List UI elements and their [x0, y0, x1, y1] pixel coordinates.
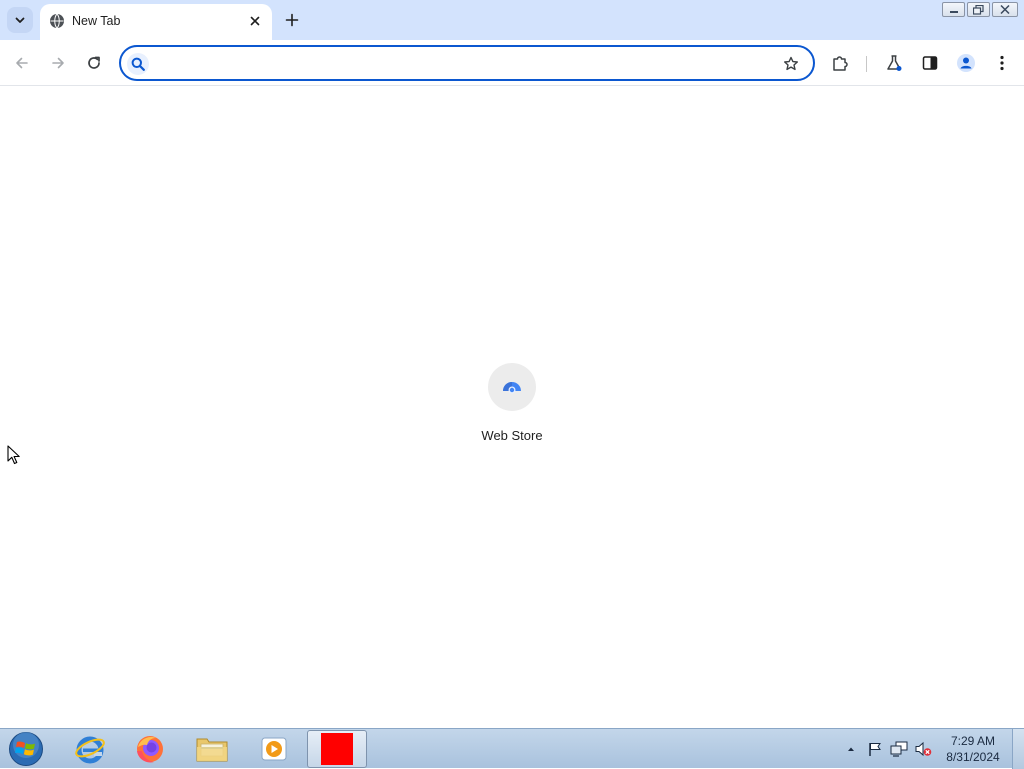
show-hidden-icons-button[interactable]: [840, 738, 862, 760]
taskbar-chrome-window[interactable]: [307, 730, 367, 768]
chrome-window-icon: [321, 733, 353, 765]
start-button[interactable]: [6, 730, 46, 768]
clock-date: 8/31/2024: [946, 750, 1000, 764]
taskbar-file-explorer[interactable]: [184, 730, 240, 768]
file-explorer-icon: [196, 738, 228, 762]
shortcut-label: Web Store: [481, 428, 543, 443]
close-icon: [1000, 5, 1010, 14]
reload-icon: [88, 56, 100, 69]
side-panel-icon: [922, 56, 938, 70]
extensions-icon: [833, 56, 848, 71]
browser-toolbar: [0, 40, 1024, 86]
search-icon: [131, 57, 145, 71]
profile-icon: [957, 54, 975, 72]
volume-muted-icon: [915, 741, 932, 757]
tab-new-tab[interactable]: New Tab: [40, 4, 272, 40]
back-button[interactable]: [10, 51, 34, 75]
restore-icon: [973, 4, 984, 15]
labs-button[interactable]: [882, 51, 906, 75]
address-bar[interactable]: [119, 45, 815, 81]
close-icon: [250, 16, 260, 26]
taskbar-internet-explorer[interactable]: [62, 730, 118, 768]
new-tab-page: Web Store: [0, 87, 1024, 728]
menu-kebab-icon: [1000, 55, 1004, 71]
tab-search-button[interactable]: [7, 7, 33, 33]
window-controls: [942, 2, 1018, 18]
menu-button[interactable]: [990, 51, 1014, 75]
profile-button[interactable]: [954, 51, 978, 75]
forward-arrow-icon: [52, 57, 64, 69]
taskbar-media-player[interactable]: [246, 730, 302, 768]
new-tab-button[interactable]: [281, 9, 303, 31]
bookmark-button[interactable]: [781, 54, 801, 74]
back-arrow-icon: [16, 57, 28, 69]
plus-icon: [285, 13, 299, 27]
shortcut-icon-wrap: [488, 363, 536, 411]
reload-button[interactable]: [82, 51, 106, 75]
action-center-flag-icon: [869, 743, 881, 756]
system-tray: [840, 729, 936, 769]
show-desktop-button[interactable]: [1012, 729, 1024, 769]
network-button[interactable]: [888, 738, 910, 760]
volume-button[interactable]: [912, 738, 934, 760]
tab-strip: New Tab: [0, 0, 1024, 40]
extensions-button[interactable]: [828, 51, 852, 75]
window-close-button[interactable]: [992, 2, 1018, 17]
network-icon: [890, 741, 908, 757]
tab-title: New Tab: [72, 14, 121, 28]
taskbar: 7:29 AM 8/31/2024: [0, 728, 1024, 769]
shortcut-web-store[interactable]: Web Store: [472, 363, 552, 453]
web-store-icon: [503, 382, 521, 394]
chevron-down-icon: [15, 17, 25, 23]
windows-start-icon: [9, 732, 43, 766]
mouse-cursor-icon: [7, 445, 20, 465]
address-input[interactable]: [157, 53, 777, 75]
internet-explorer-icon: [75, 736, 105, 764]
forward-button[interactable]: [46, 51, 70, 75]
omnibox-search-icon-wrap: [127, 53, 149, 75]
minimize-icon: [949, 10, 958, 13]
firefox-icon: [137, 736, 163, 763]
media-player-icon: [261, 737, 287, 761]
clock-time: 7:29 AM: [950, 734, 996, 748]
action-center-button[interactable]: [864, 738, 886, 760]
browser-window: New Tab Web Store: [0, 0, 1024, 728]
taskbar-clock[interactable]: 7:29 AM 8/31/2024: [936, 733, 1010, 765]
bookmark-star-icon: [784, 56, 798, 71]
taskbar-firefox[interactable]: [122, 730, 178, 768]
minimize-button[interactable]: [942, 2, 965, 17]
side-panel-button[interactable]: [918, 51, 942, 75]
globe-icon: [50, 13, 64, 29]
labs-flask-icon: [887, 55, 902, 71]
restore-button[interactable]: [967, 2, 990, 17]
show-hidden-icons-icon: [848, 747, 854, 751]
toolbar-separator: [866, 56, 867, 72]
tab-close-button[interactable]: [246, 12, 264, 30]
